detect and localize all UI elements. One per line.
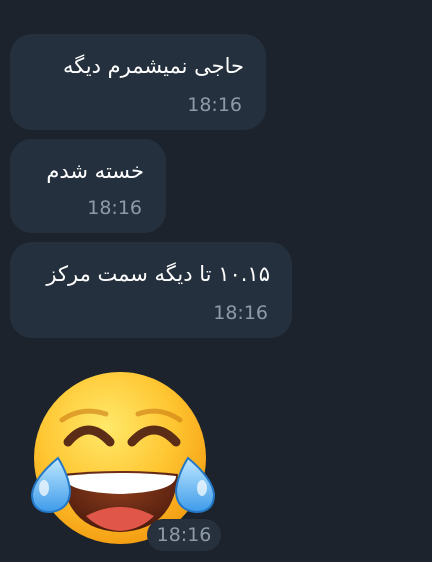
message-bubble[interactable]: حاجی نمیشمرم دیگه 18:16 xyxy=(10,34,266,130)
message-bubble[interactable]: ۱۰.۱۵ تا دیگه سمت مرکز 18:16 xyxy=(10,242,292,338)
sticker-time: 18:16 xyxy=(147,519,221,551)
message-text: حاجی نمیشمرم دیگه xyxy=(62,54,244,78)
message-bubble[interactable]: خسته شدم 18:16 xyxy=(10,139,166,233)
message-time: 18:16 xyxy=(213,302,268,324)
message-text: ۱۰.۱۵ تا دیگه سمت مرکز xyxy=(46,262,270,286)
message-time: 18:16 xyxy=(187,94,242,116)
message-text: خسته شدم xyxy=(46,159,144,183)
message-time: 18:16 xyxy=(87,197,142,219)
